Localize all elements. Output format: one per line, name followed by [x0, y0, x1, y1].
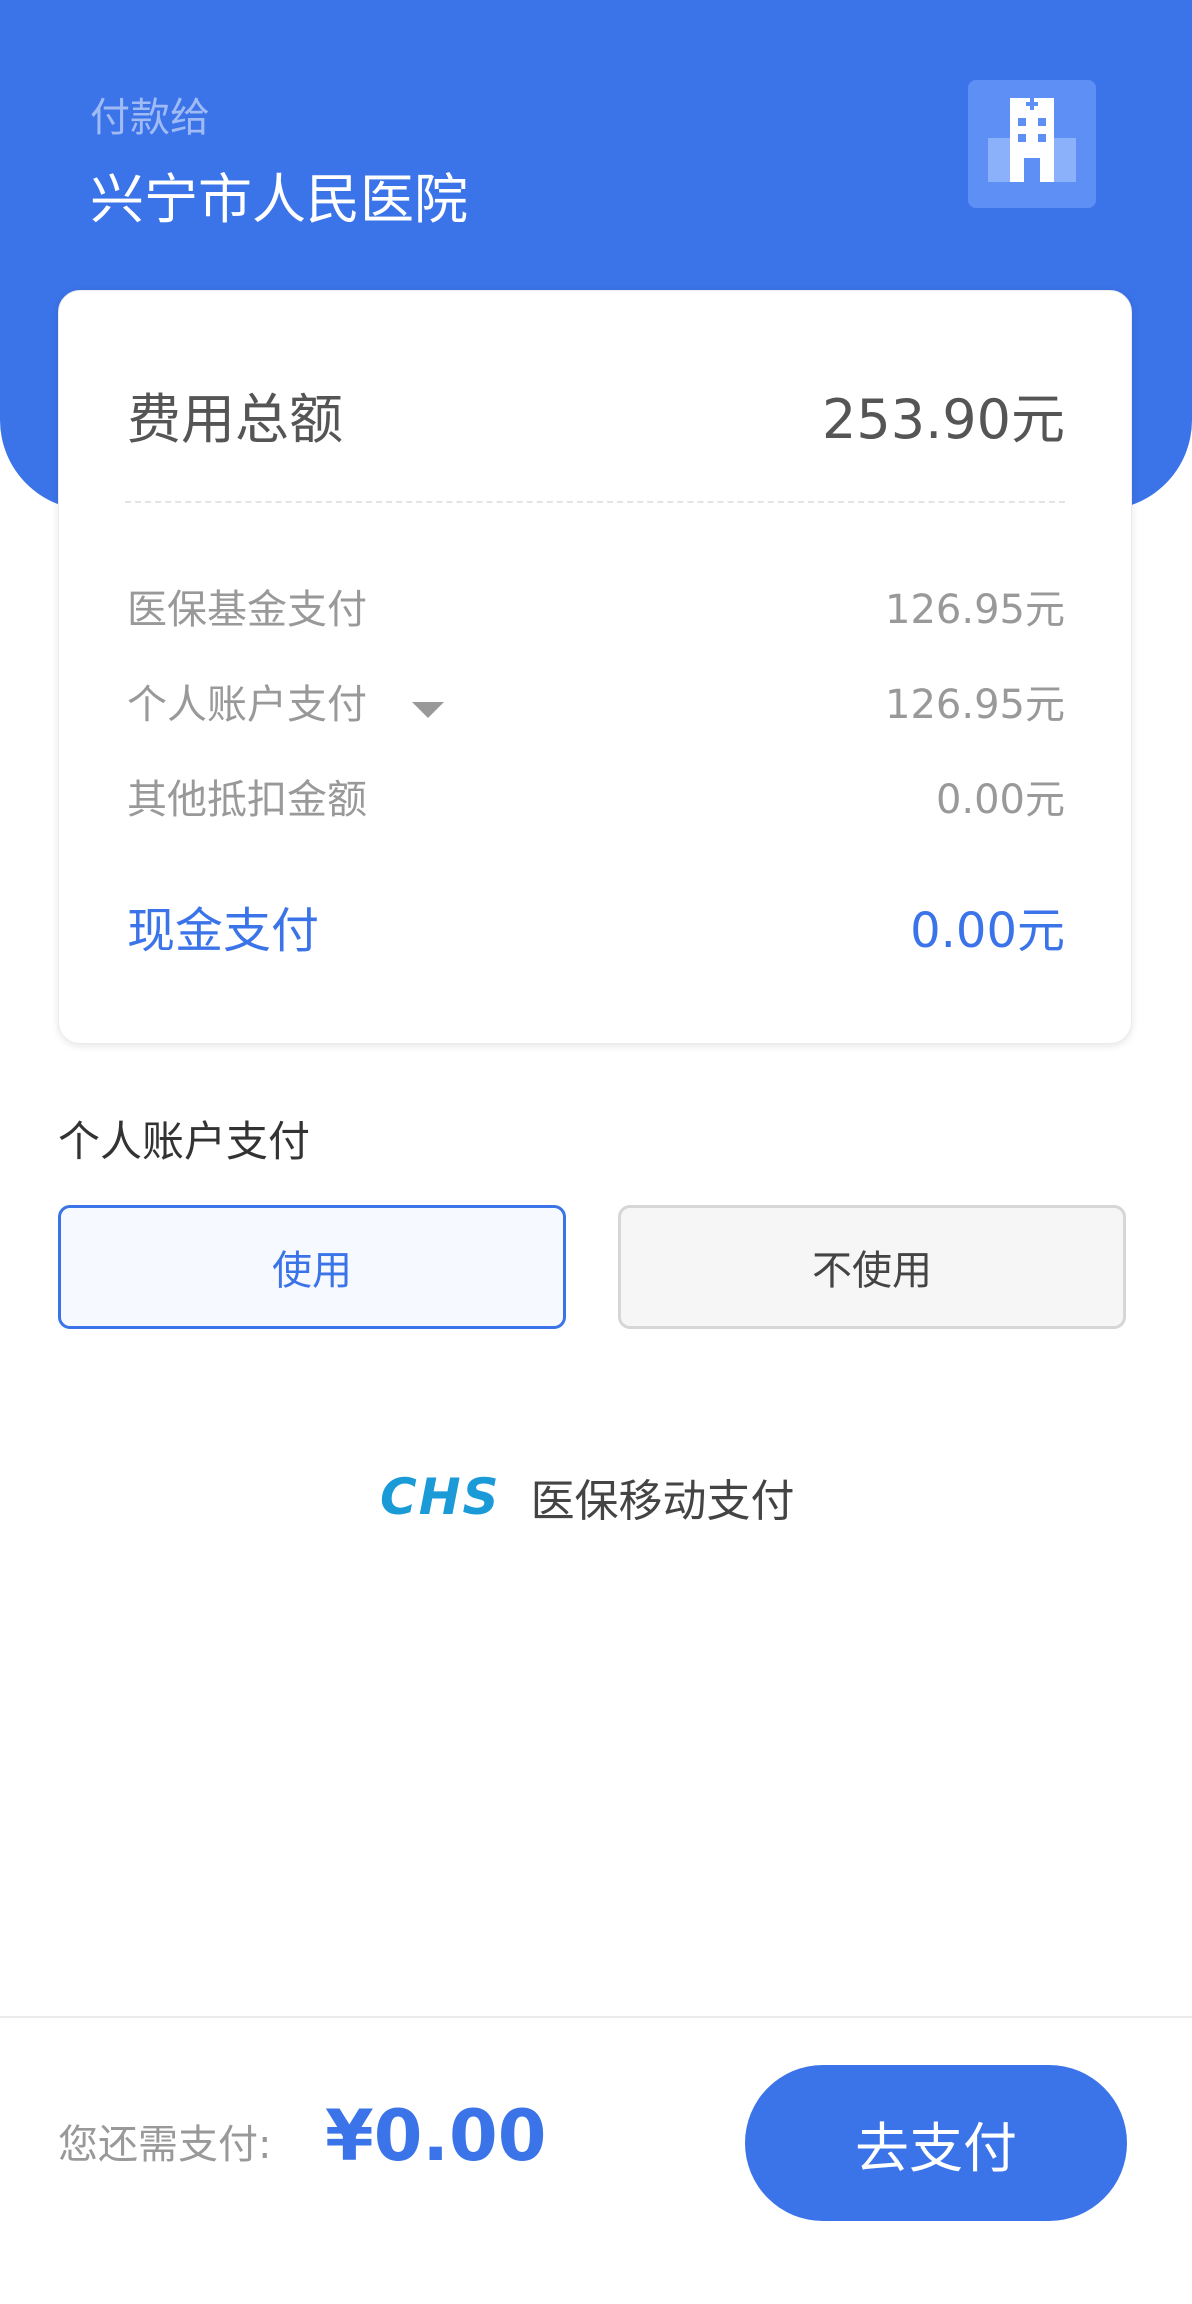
- dashed-divider: [125, 501, 1065, 503]
- chs-logo: CHS: [380, 1468, 501, 1526]
- amount-due-label: 您还需支付:: [58, 2122, 272, 2168]
- fund-value: 126.95元: [885, 587, 1065, 633]
- other-deduction-row: 其他抵扣金额 0.00元: [127, 761, 1065, 831]
- payee-name: 兴宁市人民医院: [90, 168, 468, 231]
- fund-label: 医保基金支付: [127, 587, 367, 633]
- other-label: 其他抵扣金额: [127, 777, 367, 823]
- caret-down-icon[interactable]: [410, 684, 446, 730]
- brand-name: 医保移动支付: [530, 1476, 795, 1527]
- personal-account-section-label: 个人账户支付: [58, 1117, 311, 1166]
- cash-value: 0.00元: [910, 903, 1065, 959]
- not-use-personal-account-button[interactable]: 不使用: [618, 1205, 1126, 1329]
- hospital-icon: [968, 80, 1096, 208]
- chs-brand: CHS 医保移动支付: [380, 1465, 795, 1529]
- payee-label: 付款给: [90, 95, 210, 141]
- total-value: 253.90元: [822, 387, 1065, 451]
- personal-value: 126.95元: [885, 682, 1065, 728]
- other-value: 0.00元: [935, 777, 1065, 823]
- go-pay-button[interactable]: 去支付: [745, 2065, 1127, 2221]
- cash-label: 现金支付: [127, 903, 320, 959]
- footer-divider: [0, 2016, 1192, 2018]
- personal-label: 个人账户支付: [127, 682, 367, 728]
- payment-summary-card: 费用总额 253.90元 医保基金支付 126.95元 个人账户支付 126.9…: [58, 290, 1132, 1044]
- total-amount-row: 费用总额 253.90元: [127, 359, 1065, 469]
- amount-due-value: ¥0.00: [325, 2095, 547, 2177]
- personal-account-row[interactable]: 个人账户支付 126.95元: [127, 666, 1065, 736]
- use-personal-account-button[interactable]: 使用: [58, 1205, 566, 1329]
- total-label: 费用总额: [127, 387, 343, 451]
- cash-payment-row: 现金支付 0.00元: [127, 881, 1065, 971]
- fund-payment-row: 医保基金支付 126.95元: [127, 571, 1065, 641]
